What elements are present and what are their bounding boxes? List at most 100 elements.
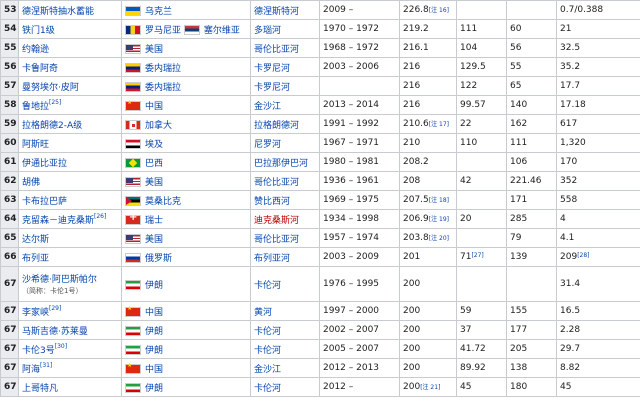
height-cell: 216.1 — [399, 38, 457, 58]
years-cell: 1934 – 1998 — [319, 209, 400, 229]
dam-name-link[interactable]: 德涅斯特抽水蓄能 — [22, 7, 94, 17]
river-link[interactable]: 多瑙河 — [254, 26, 281, 36]
value-cell: 99.57 — [456, 95, 507, 115]
river-link[interactable]: 德涅斯特河 — [254, 7, 299, 17]
country-link[interactable]: 伊朗 — [145, 384, 163, 394]
dam-name-link[interactable]: 胡佛 — [22, 178, 40, 188]
country-link[interactable]: 美国 — [145, 235, 163, 245]
river-link[interactable]: 哥伦比亚河 — [254, 45, 299, 55]
country-cell: 美国 — [121, 38, 251, 58]
dam-name-link[interactable]: 铁门1级 — [22, 26, 55, 36]
river-link[interactable]: 卡伦河 — [254, 346, 281, 356]
dam-name-link[interactable]: 克留森－迪克桑斯 — [22, 216, 94, 226]
river-link[interactable]: 布列亚河 — [254, 254, 290, 264]
years-cell: 1970 – 1972 — [319, 19, 400, 39]
note-ref[interactable]: [注 19] — [429, 216, 449, 223]
dam-name-link[interactable]: 曼努埃尔·皮阿 — [22, 83, 79, 93]
dam-name-link[interactable]: 阿斯旺 — [22, 140, 49, 150]
citation-ref[interactable]: [31] — [40, 362, 52, 369]
dam-name-link[interactable]: 上哥特凡 — [22, 384, 58, 394]
river-link[interactable]: 巴拉那伊巴河 — [254, 159, 308, 169]
height-cell: 206.9[注 19] — [399, 209, 457, 229]
river-link[interactable]: 卡伦河 — [254, 281, 281, 291]
years-cell: 2012 – 2013 — [319, 358, 400, 378]
country-link[interactable]: 美国 — [145, 178, 163, 188]
citation-ref[interactable]: [29] — [49, 305, 61, 312]
dam-name-link[interactable]: 伊通比亚拉 — [22, 159, 67, 169]
dam-name-link[interactable]: 布列亚 — [22, 254, 49, 264]
years-cell: 1976 – 1995 — [319, 266, 400, 302]
years-text: 1934 – 1998 — [323, 214, 380, 224]
country-link[interactable]: 伊朗 — [145, 327, 163, 337]
citation-ref[interactable]: [30] — [55, 343, 67, 350]
country-link[interactable]: 巴西 — [145, 159, 163, 169]
rank-number: 54 — [4, 24, 17, 34]
river-link[interactable]: 卡伦河 — [254, 327, 281, 337]
river-link[interactable]: 卡罗尼河 — [254, 64, 290, 74]
dam-name-link[interactable]: 马斯吉德·苏莱曼 — [22, 327, 88, 337]
value-cell: 122 — [456, 76, 507, 96]
country-link[interactable]: 委内瑞拉 — [145, 83, 181, 93]
river-link[interactable]: 尼罗河 — [254, 140, 281, 150]
dam-name-link[interactable]: 卡鲁阿奇 — [22, 64, 58, 74]
note-ref[interactable]: [注 17] — [429, 121, 449, 128]
citation-ref[interactable]: [27] — [471, 252, 483, 259]
citation-ref[interactable]: [26] — [94, 213, 106, 220]
note-ref[interactable]: [注 21] — [420, 384, 440, 391]
country-link[interactable]: 莫桑比克 — [145, 197, 181, 207]
value-text: 177 — [510, 325, 528, 335]
dam-name-link[interactable]: 约翰逊 — [22, 45, 49, 55]
country-cell: 委内瑞拉 — [121, 76, 251, 96]
value-text: 2.28 — [560, 325, 581, 335]
river-link[interactable]: 卡伦河 — [254, 384, 281, 394]
note-ref[interactable]: [注 16] — [429, 7, 449, 14]
dam-name-link[interactable]: 达尔斯 — [22, 235, 49, 245]
value-cell: 2.28 — [556, 320, 640, 340]
country-link[interactable]: 委内瑞拉 — [145, 64, 181, 74]
river-link[interactable]: 拉格朗德河 — [254, 121, 299, 131]
river-link[interactable]: 金沙江 — [254, 102, 281, 112]
country-link[interactable]: 中国 — [145, 365, 163, 375]
years-text: 2002 – 2007 — [323, 325, 380, 335]
river-link[interactable]: 黄河 — [254, 308, 272, 318]
country-link[interactable]: 伊朗 — [145, 281, 163, 291]
country-link[interactable]: 美国 — [145, 45, 163, 55]
value-text: 17.18 — [560, 100, 586, 110]
country-link[interactable]: 罗马尼亚 — [145, 26, 181, 36]
value-text: 155 — [510, 306, 528, 316]
citation-ref[interactable]: [28] — [577, 252, 589, 259]
country-link[interactable]: 俄罗斯 — [145, 254, 172, 264]
height-value: 226.8 — [403, 5, 429, 15]
river-link[interactable]: 金沙江 — [254, 365, 281, 375]
citation-ref[interactable]: [25] — [49, 99, 61, 106]
value-text: 37 — [460, 325, 472, 335]
value-text: 129.5 — [460, 62, 486, 72]
country-link[interactable]: 加拿大 — [145, 121, 172, 131]
dam-name-link[interactable]: 鲁地拉 — [22, 102, 49, 112]
dam-name-link[interactable]: 卡伦3号 — [22, 346, 55, 356]
country-link[interactable]: 塞尔维亚 — [204, 26, 240, 36]
value-cell: 41.72 — [456, 339, 507, 359]
river-link[interactable]: 赞比西河 — [254, 197, 290, 207]
country-link[interactable]: 乌克兰 — [145, 7, 172, 17]
dam-name-link[interactable]: 拉格朗德2-A级 — [22, 121, 82, 131]
country-link[interactable]: 中国 — [145, 308, 163, 318]
dam-name-link[interactable]: 卡布拉巴萨 — [22, 197, 67, 207]
country-link[interactable]: 瑞士 — [145, 216, 163, 226]
dam-name-link[interactable]: 李家峡 — [22, 308, 49, 318]
river-link[interactable]: 哥伦比亚河 — [254, 235, 299, 245]
dam-table: 53 德涅斯特抽水蓄能 乌克兰 德涅斯特河 2009 – 226.8[注 16] 0.7/0… — [0, 0, 640, 397]
value-cell — [506, 266, 557, 302]
value-cell — [456, 190, 507, 210]
note-ref[interactable]: [注 18] — [429, 197, 449, 204]
country-link[interactable]: 伊朗 — [145, 346, 163, 356]
note-ref[interactable]: [注 20] — [429, 235, 449, 242]
dam-name-link[interactable]: 阿海 — [22, 365, 40, 375]
river-link[interactable]: 迪克桑斯河 — [254, 216, 299, 226]
country-link[interactable]: 埃及 — [145, 140, 163, 150]
value-text: 1,320 — [560, 138, 586, 148]
river-link[interactable]: 哥伦比亚河 — [254, 178, 299, 188]
country-link[interactable]: 中国 — [145, 102, 163, 112]
dam-name-link[interactable]: 沙希德·阿巴斯帕尔 — [22, 275, 97, 285]
river-link[interactable]: 卡罗尼河 — [254, 83, 290, 93]
